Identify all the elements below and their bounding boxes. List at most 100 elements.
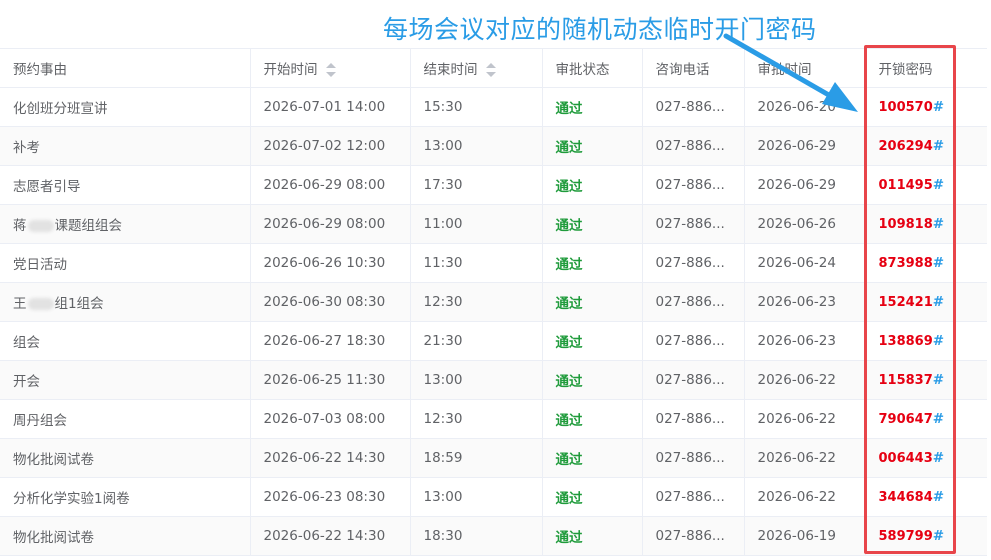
cell-approved-time: 2026-06-22 bbox=[744, 477, 866, 517]
cell-reason: 开会 bbox=[0, 360, 251, 400]
cell-start-time: 2026-06-22 14:30 bbox=[250, 438, 411, 478]
cell-approved-time: 2026-06-29 bbox=[744, 165, 866, 205]
cell-end-time: 17:30 bbox=[410, 165, 543, 205]
header-end-time[interactable]: 结束时间 bbox=[410, 48, 543, 88]
cell-reason: 物化批阅试卷 bbox=[0, 516, 251, 556]
table-row[interactable]: 开会 2026-06-25 11:30 13:00 通过 027-886... 2026-… bbox=[0, 360, 991, 400]
cell-approved-time: 2026-06-19 bbox=[744, 516, 866, 556]
cell-password: 206294# bbox=[865, 126, 991, 166]
header-status: 审批状态 bbox=[542, 48, 643, 88]
unlock-password: 344684 bbox=[878, 490, 933, 505]
cell-end-time: 13:00 bbox=[410, 126, 543, 166]
table-row[interactable]: 周丹组会 2026-07-03 08:00 12:30 通过 027-886... 202… bbox=[0, 399, 991, 439]
unlock-password: 873988 bbox=[878, 256, 933, 271]
table-row[interactable]: 志愿者引导 2026-06-29 08:00 17:30 通过 027-886... 20… bbox=[0, 165, 991, 205]
table-row[interactable]: 分析化学实验1阅卷 2026-06-23 08:30 13:00 通过 027-886.… bbox=[0, 477, 991, 517]
table-row[interactable]: 蒋课题组组会 2026-06-29 08:00 11:00 通过 027-886... 2… bbox=[0, 204, 991, 244]
cell-phone: 027-886... bbox=[642, 165, 745, 205]
cell-password: 006443# bbox=[865, 438, 991, 478]
cell-reason: 志愿者引导 bbox=[0, 165, 251, 205]
cell-end-time: 18:59 bbox=[410, 438, 543, 478]
cell-password: 011495# bbox=[865, 165, 991, 205]
table-row[interactable]: 补考 2026-07-02 12:00 13:00 通过 027-886... 2026-… bbox=[0, 126, 991, 166]
table-row[interactable]: 化创班分班宣讲 2026-07-01 14:00 15:30 通过 027-886...… bbox=[0, 87, 991, 127]
annotation-caption: 每场会议对应的随机动态临时开门密码 bbox=[383, 15, 817, 44]
cell-end-time: 12:30 bbox=[410, 399, 543, 439]
unlock-password: 138869 bbox=[878, 334, 933, 349]
cell-phone: 027-886... bbox=[642, 321, 745, 361]
unlock-password: 006443 bbox=[878, 451, 933, 466]
cell-approved-time: 2026-06-26 bbox=[744, 204, 866, 244]
cell-approved-time: 2026-06-22 bbox=[744, 360, 866, 400]
password-suffix: # bbox=[932, 255, 945, 271]
cell-phone: 027-886... bbox=[642, 360, 745, 400]
password-suffix: # bbox=[932, 177, 945, 193]
header-reason: 预约事由 bbox=[0, 48, 251, 88]
unlock-password: 589799 bbox=[878, 529, 933, 544]
cell-reason: 组会 bbox=[0, 321, 251, 361]
cell-status: 通过 bbox=[542, 321, 643, 361]
cell-password: 115837# bbox=[865, 360, 991, 400]
cell-approved-time: 2026-06-23 bbox=[744, 321, 866, 361]
table-row[interactable]: 物化批阅试卷 2026-06-22 14:30 18:30 通过 027-886... 2… bbox=[0, 516, 991, 556]
unlock-password: 152421 bbox=[878, 295, 933, 310]
cell-start-time: 2026-07-03 08:00 bbox=[250, 399, 411, 439]
cell-phone: 027-886... bbox=[642, 399, 745, 439]
cell-end-time: 11:00 bbox=[410, 204, 543, 244]
cell-password: 138869# bbox=[865, 321, 991, 361]
header-approved-time: 审批时间 bbox=[744, 48, 866, 88]
cell-reason: 分析化学实验1阅卷 bbox=[0, 477, 251, 517]
cell-reason: 蒋课题组组会 bbox=[0, 204, 251, 244]
cell-end-time: 13:00 bbox=[410, 477, 543, 517]
cell-phone: 027-886... bbox=[642, 516, 745, 556]
password-suffix: # bbox=[932, 333, 945, 349]
cell-end-time: 13:00 bbox=[410, 360, 543, 400]
table-row[interactable]: 王组1组会 2026-06-30 08:30 12:30 通过 027-886... 20… bbox=[0, 282, 991, 322]
password-suffix: # bbox=[932, 528, 945, 544]
cell-approved-time: 2026-06-24 bbox=[744, 243, 866, 283]
cell-start-time: 2026-07-01 14:00 bbox=[250, 87, 411, 127]
cell-approved-time: 2026-06-20 bbox=[744, 87, 866, 127]
cell-end-time: 15:30 bbox=[410, 87, 543, 127]
cell-password: 873988# bbox=[865, 243, 991, 283]
cell-phone: 027-886... bbox=[642, 126, 745, 166]
password-suffix: # bbox=[932, 216, 945, 232]
table-row[interactable]: 党日活动 2026-06-26 10:30 11:30 通过 027-886... 202… bbox=[0, 243, 991, 283]
cell-start-time: 2026-06-23 08:30 bbox=[250, 477, 411, 517]
cell-reason: 周丹组会 bbox=[0, 399, 251, 439]
table-row[interactable]: 组会 2026-06-27 18:30 21:30 通过 027-886... 2026-… bbox=[0, 321, 991, 361]
cell-status: 通过 bbox=[542, 204, 643, 244]
table-header-row: 预约事由 开始时间 结束时间 审批状态 咨询电话 审批时间 开锁密码 bbox=[0, 48, 991, 88]
cell-start-time: 2026-06-27 18:30 bbox=[250, 321, 411, 361]
sort-icon[interactable] bbox=[325, 63, 336, 77]
unlock-password: 790647 bbox=[878, 412, 933, 427]
header-phone: 咨询电话 bbox=[642, 48, 745, 88]
cell-start-time: 2026-06-30 08:30 bbox=[250, 282, 411, 322]
cell-approved-time: 2026-06-22 bbox=[744, 399, 866, 439]
password-suffix: # bbox=[932, 411, 945, 427]
cell-end-time: 12:30 bbox=[410, 282, 543, 322]
cell-phone: 027-886... bbox=[642, 204, 745, 244]
cell-phone: 027-886... bbox=[642, 477, 745, 517]
password-suffix: # bbox=[932, 138, 945, 154]
password-suffix: # bbox=[932, 294, 945, 310]
redacted-blur bbox=[27, 298, 54, 310]
cell-status: 通过 bbox=[542, 87, 643, 127]
cell-password: 100570# bbox=[865, 87, 991, 127]
table-row[interactable]: 物化批阅试卷 2026-06-22 14:30 18:59 通过 027-886... 2… bbox=[0, 438, 991, 478]
header-start-time[interactable]: 开始时间 bbox=[250, 48, 411, 88]
cell-status: 通过 bbox=[542, 126, 643, 166]
cell-reason: 王组1组会 bbox=[0, 282, 251, 322]
cell-status: 通过 bbox=[542, 477, 643, 517]
cell-phone: 027-886... bbox=[642, 438, 745, 478]
password-suffix: # bbox=[932, 450, 945, 466]
cell-reason: 党日活动 bbox=[0, 243, 251, 283]
password-suffix: # bbox=[932, 489, 945, 505]
unlock-password: 115837 bbox=[878, 373, 933, 388]
cell-phone: 027-886... bbox=[642, 243, 745, 283]
cell-status: 通过 bbox=[542, 399, 643, 439]
unlock-password: 206294 bbox=[878, 139, 933, 154]
sort-icon[interactable] bbox=[485, 63, 496, 77]
cell-approved-time: 2026-06-23 bbox=[744, 282, 866, 322]
cell-reason: 物化批阅试卷 bbox=[0, 438, 251, 478]
